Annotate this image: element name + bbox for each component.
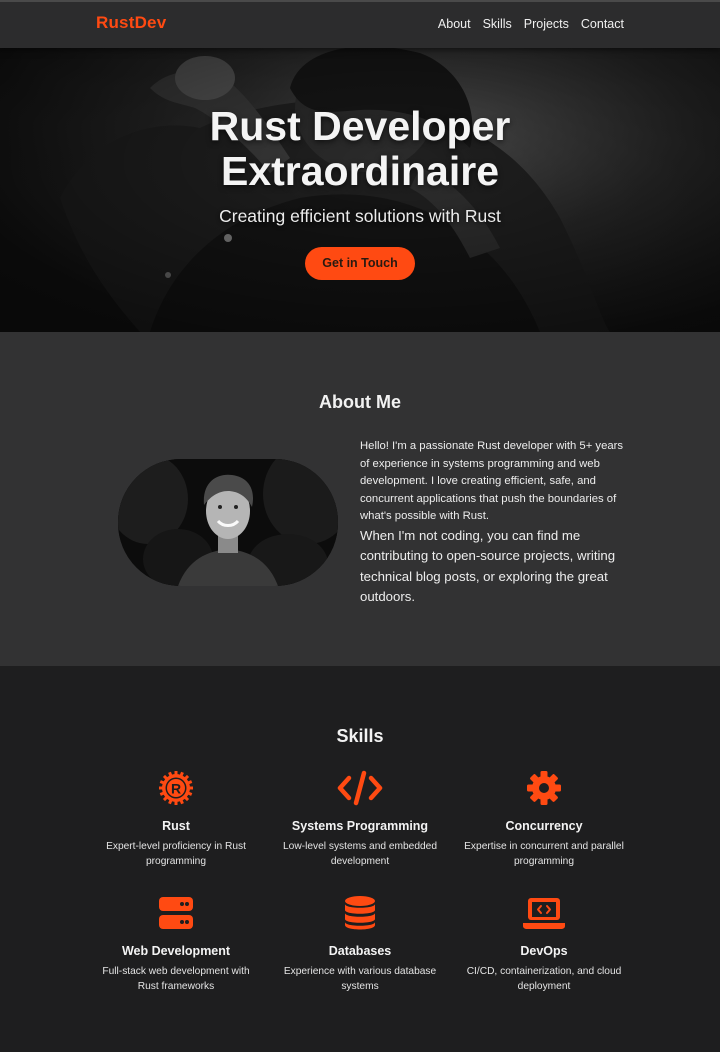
server-icon [159,897,193,929]
hero-subtitle: Creating efficient solutions with Rust [219,206,501,226]
hero-content: Rust Developer Extraordinaire Creating e… [0,104,720,280]
navbar: RustDev About Skills Projects Contact [0,0,720,48]
nav-link-about[interactable]: About [438,17,471,31]
skills-section: Skills R Rust Expert-level proficiency i… [0,666,720,1052]
get-in-touch-button[interactable]: Get in Touch [305,247,415,280]
nav-links: About Skills Projects Contact [438,17,624,31]
brand-logo[interactable]: RustDev [96,13,166,33]
skill-description: CI/CD, containerization, and cloud deplo… [466,966,622,992]
skill-description: Experience with various database systems [283,966,437,992]
skill-name: DevOps [520,944,568,958]
nav-link-projects[interactable]: Projects [524,17,569,31]
skill-name: Systems Programming [291,819,429,833]
skill-card-concurrency: Concurrency Expertise in concurrent and … [460,768,628,881]
skills-title: Skills [336,726,384,746]
nav-link-contact[interactable]: Contact [581,17,624,31]
code-icon [337,770,383,806]
profile-photo-image [118,459,338,586]
skill-card-databases: Databases Experience with various databa… [276,893,444,1006]
hero-section: Rust Developer Extraordinaire Creating e… [0,48,720,332]
skill-card-rust: R Rust Expert-level proficiency in Rust … [92,768,260,881]
skill-description: Expertise in concurrent and parallel pro… [464,841,624,867]
profile-photo [118,459,338,586]
gear-icon [527,771,561,805]
about-paragraph-2: When I'm not coding, you can find me con… [360,527,616,605]
hero-title: Rust Developer Extraordinaire [209,103,511,194]
skill-name: Databases [328,944,392,958]
skill-card-web-development: Web Development Full-stack web developme… [92,893,260,1006]
skill-name: Rust [162,819,190,833]
skill-description: Low-level systems and embedded developme… [282,841,438,867]
skill-name: Web Development [121,944,231,958]
skill-description: Full-stack web development with Rust fra… [102,966,250,992]
skills-grid: R Rust Expert-level proficiency in Rust … [92,768,628,1006]
skill-description: Expert-level proficiency in Rust program… [106,841,246,867]
about-section: About Me Hello! I'm a passionate Rust de… [0,332,720,666]
skill-card-devops: DevOps CI/CD, containerization, and clou… [460,893,628,1006]
nav-link-skills[interactable]: Skills [483,17,512,31]
skill-card-systems-programming: Systems Programming Low-level systems an… [276,768,444,881]
svg-text:R: R [171,781,181,797]
database-icon [345,896,375,930]
about-text: Hello! I'm a passionate Rust developer w… [360,438,628,608]
laptop-code-icon [523,898,565,929]
about-paragraph-1: Hello! I'm a passionate Rust developer w… [360,440,624,523]
about-title: About Me [319,392,401,412]
skill-name: Concurrency [505,819,583,833]
rust-logo-icon: R [158,770,194,806]
